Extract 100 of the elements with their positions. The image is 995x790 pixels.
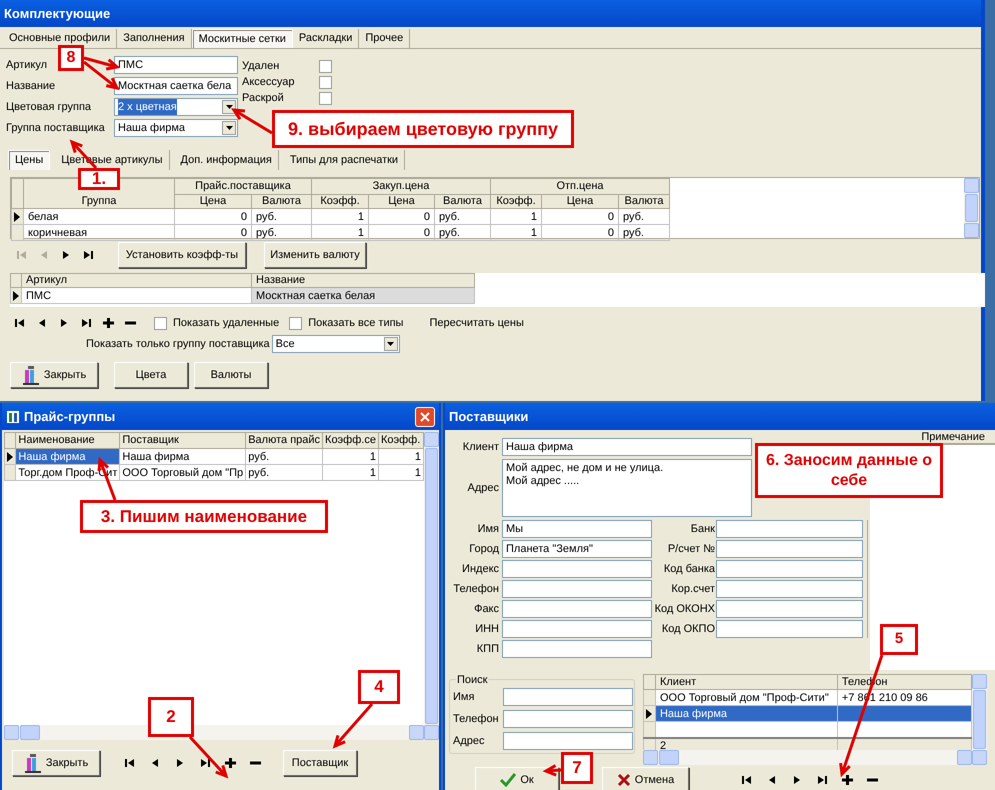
table-cell: 0 (174, 224, 252, 240)
checkbox-label: Аксессуар (242, 74, 296, 90)
last-record-icon[interactable] (199, 757, 211, 769)
input-field[interactable]: Москтная саетка бела (114, 77, 238, 95)
last-record-icon[interactable] (80, 317, 92, 329)
checkbox-label: Удален (242, 58, 280, 74)
input-field[interactable] (716, 520, 863, 538)
annotation-label: 1. (78, 168, 120, 190)
column-header: Цена (174, 194, 252, 208)
first-record-icon[interactable] (741, 774, 753, 786)
input-field[interactable] (716, 620, 863, 638)
column-header: Клиент (655, 674, 838, 690)
horizontal-scrollbar[interactable] (4, 725, 424, 740)
input-field[interactable]: ПМС (114, 56, 238, 74)
column-header: Валюта (618, 194, 670, 208)
field-label: Адрес (466, 480, 499, 496)
field-label: Код ОКПО (660, 622, 715, 637)
table-cell: ПМС (22, 288, 252, 304)
ok-button[interactable]: Ок (475, 767, 559, 790)
column-header: Коэфф. (490, 194, 542, 208)
table-cell: руб. (434, 208, 490, 224)
annotation-label: 3. Пишим наименование (80, 500, 328, 533)
close-button[interactable] (415, 406, 435, 426)
input-field[interactable] (502, 580, 652, 598)
input-field[interactable]: Мы (502, 520, 652, 538)
column-header: Цена (542, 194, 618, 208)
column-group-header: Отп.цена (490, 178, 670, 194)
table-cell: 1 (490, 224, 542, 240)
dropdown-field[interactable]: Все (272, 335, 400, 353)
checkbox[interactable] (154, 316, 167, 330)
checkbox[interactable] (319, 76, 332, 88)
first-record-icon[interactable] (14, 317, 26, 329)
table-cell: 0 (368, 208, 434, 224)
tab[interactable]: Раскладки (292, 29, 360, 48)
field-label: Телефон (453, 712, 500, 727)
window-title: Поставщики (449, 408, 528, 426)
field-label: Телефон (452, 582, 499, 597)
input-field[interactable] (502, 560, 652, 578)
close-icon (420, 412, 430, 422)
button[interactable]: Цвета (114, 362, 188, 388)
input-field[interactable] (503, 710, 633, 728)
tab[interactable]: Типы для распечатки (284, 150, 406, 170)
cancel-button[interactable]: Отмена (602, 767, 689, 790)
table-cell: 0 (542, 224, 618, 240)
dropdown-field[interactable]: 2 х цветная (114, 98, 238, 116)
input-field[interactable]: Планета "Земля" (502, 540, 652, 558)
field-label: Артикул (6, 58, 48, 73)
checkbox-label: Показать удаленные (173, 316, 280, 331)
checkbox[interactable] (289, 316, 302, 330)
input-field[interactable] (502, 620, 652, 638)
column-header: Валюта (252, 194, 312, 208)
checkbox[interactable] (319, 60, 332, 72)
close-button[interactable]: Закрыть (12, 750, 100, 776)
annotation-label: 6. Заносим данные о себе (755, 443, 943, 498)
add-record-icon[interactable] (841, 774, 853, 786)
add-record-icon[interactable] (102, 317, 114, 329)
tab[interactable]: Москитные сетки (192, 29, 293, 48)
table-cell: 1 (312, 224, 368, 240)
horizontal-scrollbar[interactable] (643, 750, 972, 765)
add-record-icon[interactable] (224, 757, 236, 769)
table-cell: 1 (322, 464, 378, 480)
tab[interactable]: Цены (8, 150, 50, 170)
column-header: Валюта (434, 194, 490, 208)
first-record-icon[interactable] (124, 757, 136, 769)
tab[interactable]: Прочее (359, 29, 410, 48)
column-header: Коэфф. (378, 432, 424, 448)
input-field[interactable] (716, 560, 863, 578)
input-field[interactable] (716, 580, 863, 598)
last-record-icon[interactable] (816, 774, 828, 786)
input-field[interactable] (503, 732, 633, 750)
button[interactable]: Валюты (194, 362, 268, 388)
checkbox-label: Раскрой (242, 90, 285, 106)
close-button[interactable]: Закрыть (10, 362, 98, 388)
input-field[interactable] (502, 600, 652, 618)
checkmark-icon (500, 773, 516, 787)
vertical-scrollbar[interactable] (424, 432, 439, 740)
tab[interactable]: Доп. информация (174, 150, 279, 170)
column-header: Наименование (16, 432, 120, 448)
vertical-scrollbar[interactable] (964, 178, 979, 238)
set-coefficients-button[interactable]: Установить коэфф-ты (118, 242, 246, 268)
table-cell: руб. (252, 224, 312, 240)
address-field[interactable]: Мой адрес, не дом и не улица. Мой адрес ..... (502, 459, 752, 517)
checkbox[interactable] (319, 92, 332, 104)
window-icon (6, 410, 20, 424)
field-label: Факс (473, 602, 499, 617)
vertical-scrollbar[interactable] (972, 674, 987, 765)
table-cell: Наша фирма (16, 448, 120, 464)
last-record-icon[interactable] (82, 249, 94, 261)
field-label: Клиент (462, 440, 499, 455)
input-field[interactable] (503, 688, 633, 706)
input-field[interactable]: Наша фирма (502, 438, 752, 456)
input-field[interactable] (502, 640, 652, 658)
column-header: Цена (368, 194, 434, 208)
table-cell: белая (24, 208, 174, 224)
input-field[interactable] (716, 600, 863, 618)
input-field[interactable] (716, 540, 863, 558)
change-currency-button[interactable]: Изменить валюту (264, 242, 366, 268)
supplier-button[interactable]: Поставщик (283, 750, 357, 776)
field-label: Цветовая группа (6, 100, 92, 115)
dropdown-field[interactable]: Наша фирма (114, 119, 238, 137)
